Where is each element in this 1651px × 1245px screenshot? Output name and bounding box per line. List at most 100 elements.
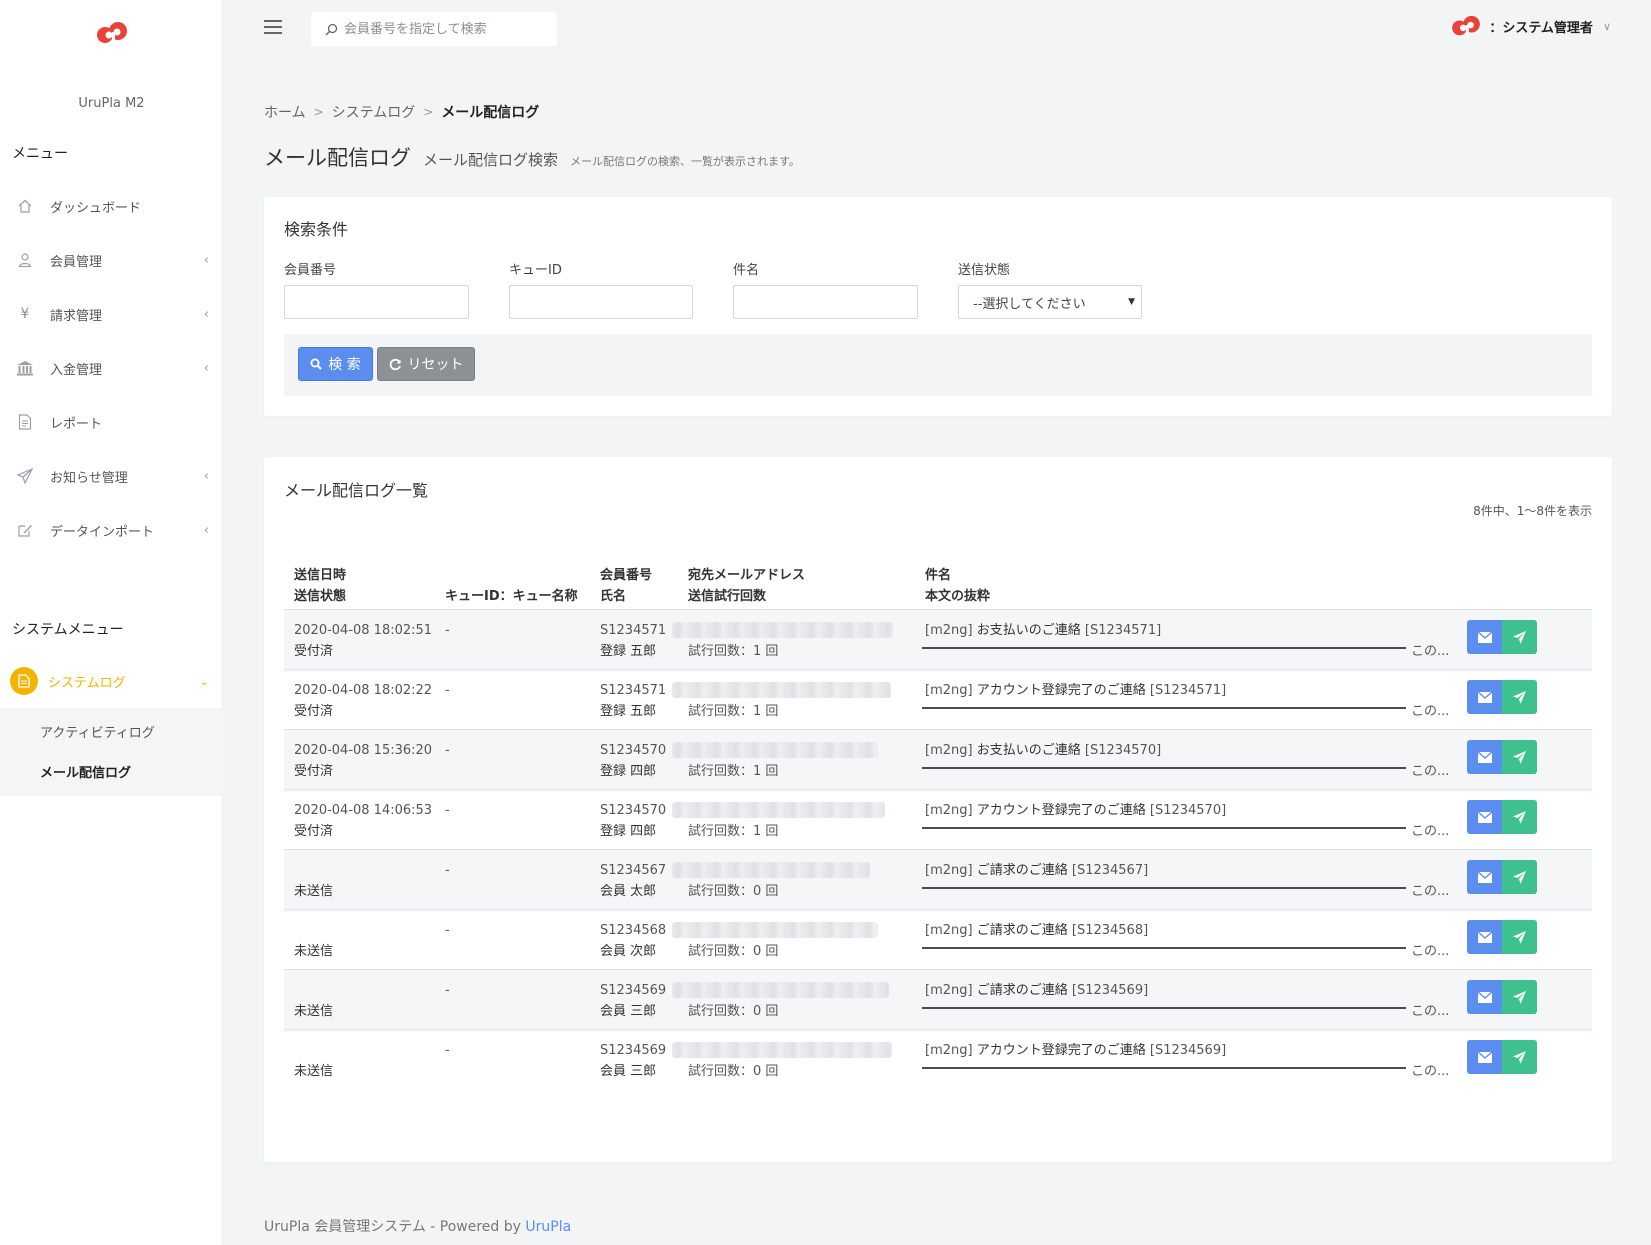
- view-mail-button[interactable]: [1467, 800, 1502, 834]
- system-log-submenu: アクティビティログ メール配信ログ: [0, 708, 223, 796]
- subject-cell[interactable]: [m2ng] ご請求のご連絡 [S1234569]: [925, 980, 1148, 1001]
- excerpt-redaction-line: [922, 647, 1406, 649]
- member-name: 登録 四郎: [600, 824, 657, 839]
- sub-item-activity-log[interactable]: アクティビティログ: [40, 722, 155, 741]
- attempts: 試行回数：0 回: [688, 884, 779, 899]
- table-row: 2020-04-08 14:06:53 受付済 - S1234570 登録 四郎 試行回数…: [284, 789, 1592, 852]
- view-mail-button[interactable]: [1467, 740, 1502, 774]
- excerpt-redaction-line: [922, 827, 1406, 829]
- table-row: 2020-04-08 15:36:20 受付済 - S1234570 登録 四郎 試行回数…: [284, 729, 1592, 792]
- member-cell: S1234567 会員 太郎: [600, 860, 666, 902]
- resend-mail-button[interactable]: [1502, 800, 1537, 834]
- resend-mail-button[interactable]: [1502, 740, 1537, 774]
- subject-suffix: [S1234569]: [1149, 1043, 1227, 1058]
- sidebar-item-billing[interactable]: ¥ 請求管理 ‹: [0, 296, 223, 332]
- menu-heading: メニュー: [12, 146, 68, 162]
- sidebar-item-notices[interactable]: お知らせ管理 ‹: [0, 458, 223, 494]
- sidebar-item-label: ダッシュボード: [50, 200, 142, 216]
- sub-item-mail-log[interactable]: メール配信ログ: [40, 762, 131, 781]
- send-datetime: [294, 920, 333, 941]
- subject-cell[interactable]: [m2ng] ご請求のご連絡 [S1234567]: [925, 860, 1148, 881]
- user-name: ：システム管理者: [1489, 20, 1593, 36]
- paper-plane-icon: [1513, 930, 1526, 944]
- send-datetime: 2020-04-08 15:36:20: [294, 743, 433, 758]
- subject-cell[interactable]: [m2ng] お支払いのご連絡 [S1234571]: [925, 620, 1161, 641]
- breadcrumb-home[interactable]: ホーム: [264, 102, 306, 122]
- queue-id-input[interactable]: [509, 285, 693, 319]
- document-icon: [10, 667, 38, 695]
- sidebar-item-members[interactable]: 会員管理 ‹: [0, 242, 223, 278]
- resend-mail-button[interactable]: [1502, 680, 1537, 714]
- queue-cell: -: [445, 863, 450, 878]
- member-search-box: [311, 12, 557, 46]
- view-mail-button[interactable]: [1467, 920, 1502, 954]
- send-status: 受付済: [294, 764, 334, 779]
- send-status: 未送信: [294, 1064, 334, 1079]
- footer-link[interactable]: UruPla: [525, 1219, 571, 1235]
- urupla-logo[interactable]: [96, 20, 128, 46]
- column-header-email[interactable]: 宛先メールアドレス 送信試行回数: [688, 565, 805, 607]
- paper-plane-icon: [1513, 990, 1526, 1004]
- sidebar-item-dashboard[interactable]: ダッシュボード: [0, 188, 223, 224]
- sidebar-item-import[interactable]: データインポート ‹: [0, 512, 223, 548]
- resend-mail-button[interactable]: [1502, 620, 1537, 654]
- result-count: 8件中、1〜8件を表示: [1473, 504, 1592, 518]
- subject-cell[interactable]: [m2ng] アカウント登録完了のご連絡 [S1234570]: [925, 800, 1226, 821]
- resend-mail-button[interactable]: [1502, 1040, 1537, 1074]
- chevron-down-icon: ⌄: [199, 674, 209, 688]
- header-attempts: 送信試行回数: [688, 589, 767, 604]
- column-header-member[interactable]: 会員番号 氏名: [600, 565, 652, 607]
- view-mail-button[interactable]: [1467, 980, 1502, 1014]
- column-header-queue[interactable]: キューID：キュー名称: [445, 586, 578, 607]
- resend-mail-button[interactable]: [1502, 920, 1537, 954]
- footer: UruPla 会員管理システム - Powered by UruPla: [264, 1216, 571, 1236]
- subject-cell[interactable]: [m2ng] アカウント登録完了のご連絡 [S1234571]: [925, 680, 1226, 701]
- excerpt-text: この...: [1411, 644, 1450, 659]
- sidebar-item-system-log[interactable]: システムログ ⌄: [0, 663, 223, 699]
- view-mail-button[interactable]: [1467, 1040, 1502, 1074]
- subject-suffix: [S1234570]: [1149, 803, 1227, 818]
- excerpt-text: この...: [1411, 1004, 1450, 1019]
- resend-mail-button[interactable]: [1502, 860, 1537, 894]
- sidebar: UruPla M2 メニュー ダッシュボード 会員管理 ‹ ¥ 請求管理 ‹ 入…: [0, 0, 223, 1245]
- attempts: 試行回数：1 回: [688, 704, 779, 719]
- send-status-select[interactable]: --選択してください ▼: [958, 285, 1142, 319]
- column-header-datetime-status[interactable]: 送信日時 送信状態: [294, 565, 346, 607]
- envelope-icon: [1477, 871, 1492, 883]
- view-mail-button[interactable]: [1467, 620, 1502, 654]
- subject-prefix: [m2ng]: [925, 983, 973, 998]
- sidebar-item-reports[interactable]: レポート: [0, 404, 223, 440]
- search-button[interactable]: 検 索: [298, 347, 373, 381]
- member-number-input[interactable]: [284, 285, 469, 319]
- view-mail-button[interactable]: [1467, 860, 1502, 894]
- table-row: 未送信 - S1234569 会員 三郎 試行回数：0 回 [m2ng] ご請求のご連絡 …: [284, 969, 1592, 1032]
- send-status: 未送信: [294, 1004, 334, 1019]
- sidebar-item-label: 請求管理: [50, 308, 103, 324]
- search-input[interactable]: [344, 21, 544, 37]
- column-header-subject[interactable]: 件名 本文の抜粋: [925, 565, 990, 607]
- excerpt-redaction-line: [922, 1067, 1406, 1069]
- envelope-icon: [1477, 691, 1492, 703]
- search-icon: [325, 23, 338, 35]
- subject-cell[interactable]: [m2ng] アカウント登録完了のご連絡 [S1234569]: [925, 1040, 1226, 1061]
- subject-cell[interactable]: [m2ng] ご請求のご連絡 [S1234568]: [925, 920, 1148, 941]
- hamburger-menu-icon[interactable]: [264, 20, 282, 34]
- subject-prefix: [m2ng]: [925, 1043, 973, 1058]
- reset-button[interactable]: リセット: [377, 347, 475, 381]
- send-status: 受付済: [294, 644, 334, 659]
- mail-log-list-card: メール配信ログ一覧 8件中、1〜8件を表示 送信日時 送信状態 キューID：キュ…: [264, 457, 1612, 1162]
- excerpt-redaction-line: [922, 887, 1406, 889]
- attempts: 試行回数：1 回: [688, 644, 779, 659]
- subject-input[interactable]: [733, 285, 918, 319]
- subject-main: アカウント登録完了のご連絡: [976, 1043, 1146, 1058]
- queue-cell: -: [445, 743, 450, 758]
- resend-mail-button[interactable]: [1502, 980, 1537, 1014]
- user-avatar: [1452, 15, 1481, 38]
- subject-prefix: [m2ng]: [925, 863, 973, 878]
- subject-cell[interactable]: [m2ng] お支払いのご連絡 [S1234570]: [925, 740, 1161, 761]
- breadcrumb-system-log[interactable]: システムログ: [332, 102, 416, 122]
- user-menu[interactable]: ：システム管理者 ∨: [1451, 14, 1611, 38]
- view-mail-button[interactable]: [1467, 680, 1502, 714]
- sidebar-item-payments[interactable]: 入金管理 ‹: [0, 350, 223, 386]
- subject-suffix: [S1234570]: [1084, 743, 1162, 758]
